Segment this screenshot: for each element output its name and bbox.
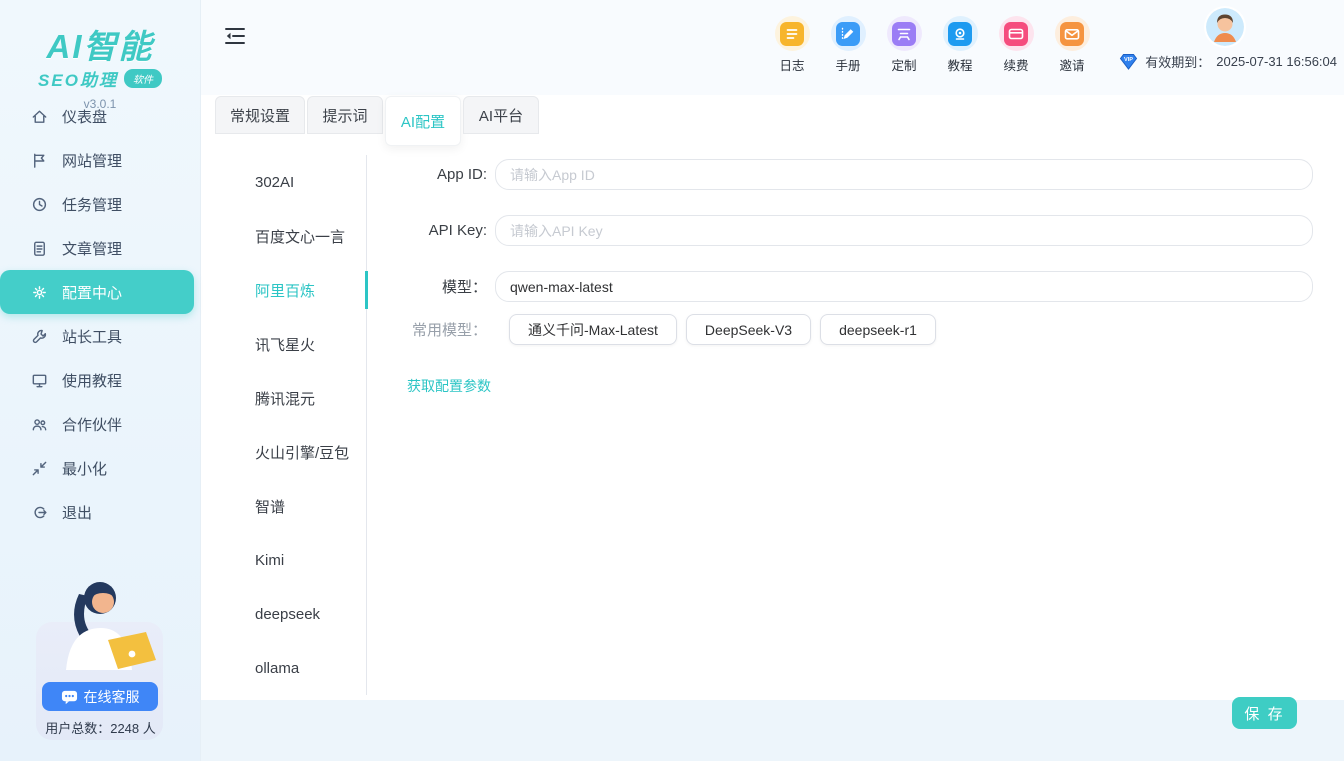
svg-text:VIP: VIP — [1124, 57, 1133, 63]
user-count: 用户总数：2248 人 — [0, 718, 201, 737]
tab-ai-platform[interactable]: AI平台 — [463, 96, 539, 134]
wrench-icon — [30, 327, 49, 346]
quick-link-logs[interactable]: 日志 — [764, 16, 820, 74]
sidebar-item-logout[interactable]: 退出 — [0, 490, 200, 534]
sidebar-item-label: 最小化 — [62, 458, 107, 479]
sidebar-item-label: 配置中心 — [62, 282, 122, 303]
flag-icon — [30, 151, 49, 170]
common-models-label: 常用模型： — [380, 319, 487, 340]
sidebar-item-config-center[interactable]: 配置中心 — [0, 270, 194, 314]
logo-badge: 软件 — [124, 69, 162, 88]
model-option-qwen-max-latest[interactable]: 通义千问-Max-Latest — [509, 314, 677, 345]
provider-ollama[interactable]: ollama — [215, 641, 366, 695]
api-key-row: API Key: — [380, 215, 1313, 246]
clock-icon — [30, 195, 49, 214]
api-key-label: API Key: — [380, 222, 487, 239]
online-service-label: 在线客服 — [84, 687, 140, 707]
manual-icon — [831, 16, 866, 51]
app-id-field[interactable] — [495, 159, 1313, 190]
provider-302ai[interactable]: 302AI — [215, 155, 366, 209]
sidebar-item-tutorials[interactable]: 使用教程 — [0, 358, 200, 402]
user-avatar[interactable] — [1206, 8, 1244, 46]
logo-title: AI智能 — [0, 20, 200, 68]
tab-general-settings[interactable]: 常规设置 — [215, 96, 305, 134]
quick-link-invite[interactable]: 邀请 — [1044, 16, 1100, 74]
sidebar: AI智能 SEO助理 软件 v3.0.1 仪表盘 网站管理 任务管理 文章管理 … — [0, 0, 201, 761]
tab-prompts[interactable]: 提示词 — [307, 96, 383, 134]
sidebar-item-label: 网站管理 — [62, 150, 122, 171]
api-key-field[interactable] — [495, 215, 1313, 246]
quick-link-custom[interactable]: 定制 — [876, 16, 932, 74]
provider-baidu-ernie[interactable]: 百度文心一言 — [215, 209, 366, 263]
sidebar-item-webmaster-tools[interactable]: 站长工具 — [0, 314, 200, 358]
quick-link-manual[interactable]: 手册 — [820, 16, 876, 74]
vip-status: VIP 有效期到： 2025-07-31 16:56:04 — [1118, 52, 1337, 71]
sidebar-item-label: 站长工具 — [62, 326, 122, 347]
ai-provider-menu: 302AI 百度文心一言 阿里百炼 讯飞星火 腾讯混元 火山引擎/豆包 智谱 K… — [215, 155, 367, 695]
app-id-label: App ID: — [380, 166, 487, 183]
sidebar-item-dashboard[interactable]: 仪表盘 — [0, 94, 200, 138]
sidebar-item-label: 仪表盘 — [62, 106, 107, 127]
model-label: 模型： — [380, 276, 487, 297]
custom-icon — [887, 16, 922, 51]
tutorial-icon — [943, 16, 978, 51]
partners-icon — [30, 415, 49, 434]
tab-ai-config[interactable]: AI配置 — [385, 96, 461, 146]
app-id-row: App ID: — [380, 159, 1313, 190]
model-field[interactable] — [495, 271, 1313, 302]
provider-ali-bailian[interactable]: 阿里百炼 — [215, 263, 366, 317]
provider-zhipu[interactable]: 智谱 — [215, 479, 366, 533]
sidebar-item-label: 任务管理 — [62, 194, 122, 215]
model-option-deepseek-r1[interactable]: deepseek-r1 — [820, 314, 936, 345]
provider-deepseek[interactable]: deepseek — [215, 587, 366, 641]
footer-strip — [201, 700, 1344, 761]
sidebar-item-label: 文章管理 — [62, 238, 122, 259]
home-icon — [30, 107, 49, 126]
customer-service-block: 在线客服 用户总数：2248 人 — [0, 570, 201, 761]
sidebar-item-label: 合作伙伴 — [62, 414, 122, 435]
common-models-row: 常用模型： 通义千问-Max-Latest DeepSeek-V3 deepse… — [380, 314, 936, 345]
sidebar-item-label: 使用教程 — [62, 370, 122, 391]
sidebar-collapse-icon[interactable] — [224, 26, 246, 46]
fetch-config-link[interactable]: 获取配置参数 — [407, 376, 491, 396]
vip-diamond-icon: VIP — [1118, 53, 1139, 70]
logout-icon — [30, 503, 49, 522]
document-icon — [30, 239, 49, 258]
support-agent-illustration — [38, 570, 162, 690]
model-row: 模型： — [380, 271, 1313, 302]
quick-links: 日志 手册 定制 教程 续费 邀请 — [764, 16, 1100, 74]
sidebar-item-minimize[interactable]: 最小化 — [0, 446, 200, 490]
monitor-icon — [30, 371, 49, 390]
provider-volcano-doubao[interactable]: 火山引擎/豆包 — [215, 425, 366, 479]
vip-expiry-value: 2025-07-31 16:56:04 — [1216, 54, 1337, 69]
sidebar-menu: 仪表盘 网站管理 任务管理 文章管理 配置中心 站长工具 使用教程 合作伙伴 — [0, 94, 200, 534]
sidebar-item-articles[interactable]: 文章管理 — [0, 226, 200, 270]
provider-tencent-hunyuan[interactable]: 腾讯混元 — [215, 371, 366, 425]
sidebar-item-tasks[interactable]: 任务管理 — [0, 182, 200, 226]
provider-xunfei-spark[interactable]: 讯飞星火 — [215, 317, 366, 371]
log-icon — [775, 16, 810, 51]
minimize-icon — [30, 459, 49, 478]
logo-subtitle: SEO助理 — [38, 66, 118, 91]
chat-bubble-icon — [61, 689, 78, 705]
quick-link-renew[interactable]: 续费 — [988, 16, 1044, 74]
online-service-button[interactable]: 在线客服 — [42, 682, 158, 711]
sidebar-item-partners[interactable]: 合作伙伴 — [0, 402, 200, 446]
settings-tabs: 常规设置 提示词 AI配置 AI平台 — [215, 96, 539, 146]
invite-icon — [1055, 16, 1090, 51]
provider-kimi[interactable]: Kimi — [215, 533, 366, 587]
sidebar-item-websites[interactable]: 网站管理 — [0, 138, 200, 182]
model-option-deepseek-v3[interactable]: DeepSeek-V3 — [686, 314, 811, 345]
sidebar-item-label: 退出 — [62, 502, 92, 523]
renew-icon — [999, 16, 1034, 51]
vip-expiry-label: 有效期到： — [1145, 52, 1210, 71]
gear-icon — [30, 283, 49, 302]
save-button[interactable]: 保 存 — [1232, 697, 1297, 729]
quick-link-tutorial[interactable]: 教程 — [932, 16, 988, 74]
